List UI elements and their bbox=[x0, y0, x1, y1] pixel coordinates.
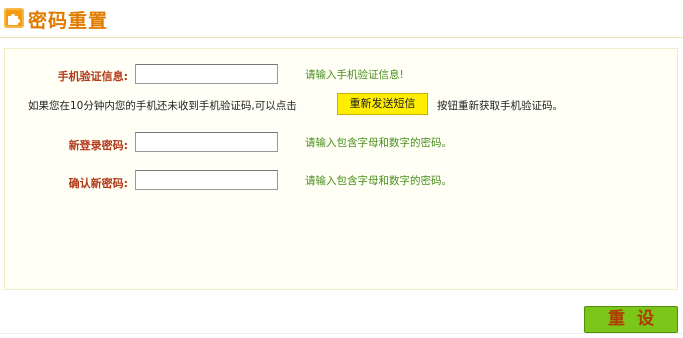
verify-code-label: 手机验证信息: bbox=[57, 70, 128, 83]
header-divider bbox=[0, 37, 683, 38]
reset-form-panel bbox=[4, 48, 678, 290]
new-password-hint: 请输入包含字母和数字的密码。 bbox=[305, 137, 452, 149]
resend-text-prefix: 如果您在10分钟内您的手机还未收到手机验证码,可以点击 bbox=[28, 100, 297, 112]
verify-code-hint: 请输入手机验证信息! bbox=[305, 69, 404, 81]
verify-code-input[interactable] bbox=[135, 64, 278, 84]
confirm-password-hint: 请输入包含字母和数字的密码。 bbox=[305, 175, 452, 187]
confirm-password-label: 确认新密码: bbox=[68, 177, 128, 190]
footer-divider bbox=[0, 333, 683, 334]
new-password-input[interactable] bbox=[135, 132, 278, 152]
new-password-label: 新登录密码: bbox=[68, 139, 128, 152]
page-title: 密码重置 bbox=[28, 10, 109, 32]
reset-button[interactable]: 重设 bbox=[584, 306, 678, 333]
puzzle-icon bbox=[4, 8, 24, 28]
resend-sms-button[interactable]: 重新发送短信 bbox=[337, 93, 428, 115]
confirm-password-input[interactable] bbox=[135, 170, 278, 190]
page-header: 密码重置 bbox=[0, 0, 683, 38]
resend-text-suffix: 按钮重新获取手机验证码。 bbox=[437, 100, 563, 112]
